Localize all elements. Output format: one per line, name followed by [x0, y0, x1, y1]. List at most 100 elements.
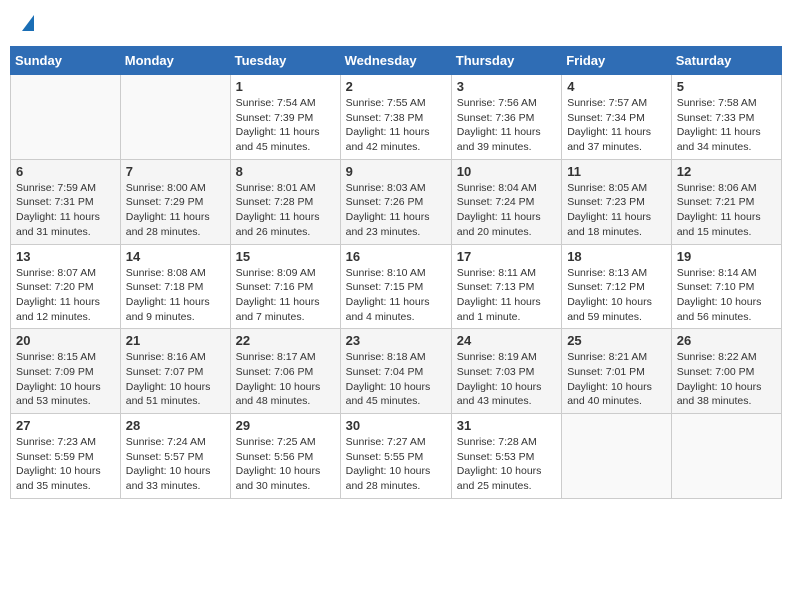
day-number: 28: [126, 418, 225, 433]
weekday-header: Thursday: [451, 47, 561, 75]
calendar-day-cell: 30 Sunrise: 7:27 AM Sunset: 5:55 PM Dayli…: [340, 414, 451, 499]
day-info: Sunrise: 7:25 AM Sunset: 5:56 PM Dayligh…: [236, 435, 335, 494]
day-info: Sunrise: 8:00 AM Sunset: 7:29 PM Dayligh…: [126, 181, 225, 240]
calendar-day-cell: 12Sunrise: 8:06 AM Sunset: 7:21 PM Dayli…: [671, 159, 781, 244]
calendar-week-row: 27 Sunrise: 7:23 AM Sunset: 5:59 PM Dayli…: [11, 414, 782, 499]
calendar-day-cell: 18Sunrise: 8:13 AM Sunset: 7:12 PM Dayli…: [562, 244, 672, 329]
calendar-day-cell: 7Sunrise: 8:00 AM Sunset: 7:29 PM Daylig…: [120, 159, 230, 244]
page-header: [10, 10, 782, 36]
calendar-week-row: 20 Sunrise: 8:15 AM Sunset: 7:09 PM Dayli…: [11, 329, 782, 414]
day-info: Sunrise: 8:08 AM Sunset: 7:18 PM Dayligh…: [126, 266, 225, 325]
calendar-day-cell: 19 Sunrise: 8:14 AM Sunset: 7:10 PM Dayli…: [671, 244, 781, 329]
weekday-header: Friday: [562, 47, 672, 75]
weekday-header: Sunday: [11, 47, 121, 75]
day-number: 19: [677, 249, 776, 264]
logo-triangle-icon: [22, 15, 34, 31]
day-info: Sunrise: 8:01 AM Sunset: 7:28 PM Dayligh…: [236, 181, 335, 240]
day-info: Sunrise: 8:07 AM Sunset: 7:20 PM Dayligh…: [16, 266, 115, 325]
day-number: 13: [16, 249, 115, 264]
calendar-day-cell: 2 Sunrise: 7:55 AM Sunset: 7:38 PM Daylig…: [340, 75, 451, 160]
calendar-day-cell: 26 Sunrise: 8:22 AM Sunset: 7:00 PM Dayli…: [671, 329, 781, 414]
day-number: 23: [346, 333, 446, 348]
day-info: Sunrise: 8:11 AM Sunset: 7:13 PM Dayligh…: [457, 266, 556, 325]
calendar-day-cell: 22Sunrise: 8:17 AM Sunset: 7:06 PM Dayli…: [230, 329, 340, 414]
day-number: 8: [236, 164, 335, 179]
day-number: 17: [457, 249, 556, 264]
day-number: 15: [236, 249, 335, 264]
day-number: 26: [677, 333, 776, 348]
calendar-week-row: 6 Sunrise: 7:59 AM Sunset: 7:31 PM Daylig…: [11, 159, 782, 244]
day-info: Sunrise: 7:58 AM Sunset: 7:33 PM Dayligh…: [677, 96, 776, 155]
day-info: Sunrise: 7:59 AM Sunset: 7:31 PM Dayligh…: [16, 181, 115, 240]
calendar-day-cell: 10 Sunrise: 8:04 AM Sunset: 7:24 PM Dayli…: [451, 159, 561, 244]
day-info: Sunrise: 7:56 AM Sunset: 7:36 PM Dayligh…: [457, 96, 556, 155]
day-info: Sunrise: 7:55 AM Sunset: 7:38 PM Dayligh…: [346, 96, 446, 155]
day-info: Sunrise: 8:21 AM Sunset: 7:01 PM Dayligh…: [567, 350, 666, 409]
day-number: 20: [16, 333, 115, 348]
day-info: Sunrise: 8:10 AM Sunset: 7:15 PM Dayligh…: [346, 266, 446, 325]
day-info: Sunrise: 8:06 AM Sunset: 7:21 PM Dayligh…: [677, 181, 776, 240]
calendar-day-cell: 27 Sunrise: 7:23 AM Sunset: 5:59 PM Dayli…: [11, 414, 121, 499]
calendar-day-cell: 17 Sunrise: 8:11 AM Sunset: 7:13 PM Dayli…: [451, 244, 561, 329]
day-info: Sunrise: 7:23 AM Sunset: 5:59 PM Dayligh…: [16, 435, 115, 494]
logo: [20, 15, 34, 31]
empty-cell: [562, 414, 672, 499]
day-info: Sunrise: 8:22 AM Sunset: 7:00 PM Dayligh…: [677, 350, 776, 409]
calendar-day-cell: 23 Sunrise: 8:18 AM Sunset: 7:04 PM Dayli…: [340, 329, 451, 414]
calendar-day-cell: 24 Sunrise: 8:19 AM Sunset: 7:03 PM Dayli…: [451, 329, 561, 414]
day-number: 3: [457, 79, 556, 94]
calendar-day-cell: 16 Sunrise: 8:10 AM Sunset: 7:15 PM Dayli…: [340, 244, 451, 329]
day-info: Sunrise: 7:57 AM Sunset: 7:34 PM Dayligh…: [567, 96, 666, 155]
calendar-day-cell: 29 Sunrise: 7:25 AM Sunset: 5:56 PM Dayli…: [230, 414, 340, 499]
day-number: 2: [346, 79, 446, 94]
calendar-day-cell: 15 Sunrise: 8:09 AM Sunset: 7:16 PM Dayli…: [230, 244, 340, 329]
day-info: Sunrise: 8:09 AM Sunset: 7:16 PM Dayligh…: [236, 266, 335, 325]
day-number: 22: [236, 333, 335, 348]
weekday-header: Saturday: [671, 47, 781, 75]
day-number: 21: [126, 333, 225, 348]
day-number: 25: [567, 333, 666, 348]
day-number: 18: [567, 249, 666, 264]
day-info: Sunrise: 7:27 AM Sunset: 5:55 PM Dayligh…: [346, 435, 446, 494]
day-info: Sunrise: 8:14 AM Sunset: 7:10 PM Dayligh…: [677, 266, 776, 325]
calendar-day-cell: 11 Sunrise: 8:05 AM Sunset: 7:23 PM Dayli…: [562, 159, 672, 244]
day-info: Sunrise: 8:05 AM Sunset: 7:23 PM Dayligh…: [567, 181, 666, 240]
calendar-day-cell: 8 Sunrise: 8:01 AM Sunset: 7:28 PM Daylig…: [230, 159, 340, 244]
day-info: Sunrise: 7:24 AM Sunset: 5:57 PM Dayligh…: [126, 435, 225, 494]
calendar-day-cell: 9 Sunrise: 8:03 AM Sunset: 7:26 PM Daylig…: [340, 159, 451, 244]
day-number: 4: [567, 79, 666, 94]
day-info: Sunrise: 8:18 AM Sunset: 7:04 PM Dayligh…: [346, 350, 446, 409]
day-number: 27: [16, 418, 115, 433]
day-number: 11: [567, 164, 666, 179]
calendar-day-cell: 3 Sunrise: 7:56 AM Sunset: 7:36 PM Daylig…: [451, 75, 561, 160]
calendar-day-cell: 14 Sunrise: 8:08 AM Sunset: 7:18 PM Dayli…: [120, 244, 230, 329]
day-info: Sunrise: 8:04 AM Sunset: 7:24 PM Dayligh…: [457, 181, 556, 240]
day-number: 10: [457, 164, 556, 179]
day-number: 14: [126, 249, 225, 264]
day-number: 1: [236, 79, 335, 94]
calendar-day-cell: 28 Sunrise: 7:24 AM Sunset: 5:57 PM Dayli…: [120, 414, 230, 499]
day-info: Sunrise: 8:03 AM Sunset: 7:26 PM Dayligh…: [346, 181, 446, 240]
day-info: Sunrise: 8:16 AM Sunset: 7:07 PM Dayligh…: [126, 350, 225, 409]
day-number: 6: [16, 164, 115, 179]
empty-cell: [671, 414, 781, 499]
calendar-day-cell: 13 Sunrise: 8:07 AM Sunset: 7:20 PM Dayli…: [11, 244, 121, 329]
calendar-header-row: SundayMondayTuesdayWednesdayThursdayFrid…: [11, 47, 782, 75]
weekday-header: Wednesday: [340, 47, 451, 75]
calendar-day-cell: 21 Sunrise: 8:16 AM Sunset: 7:07 PM Dayli…: [120, 329, 230, 414]
day-number: 29: [236, 418, 335, 433]
day-number: 24: [457, 333, 556, 348]
calendar-week-row: 1 Sunrise: 7:54 AM Sunset: 7:39 PM Daylig…: [11, 75, 782, 160]
day-number: 16: [346, 249, 446, 264]
calendar-day-cell: 4 Sunrise: 7:57 AM Sunset: 7:34 PM Daylig…: [562, 75, 672, 160]
day-number: 30: [346, 418, 446, 433]
calendar-day-cell: 6 Sunrise: 7:59 AM Sunset: 7:31 PM Daylig…: [11, 159, 121, 244]
day-info: Sunrise: 8:15 AM Sunset: 7:09 PM Dayligh…: [16, 350, 115, 409]
day-number: 5: [677, 79, 776, 94]
day-info: Sunrise: 8:19 AM Sunset: 7:03 PM Dayligh…: [457, 350, 556, 409]
day-number: 9: [346, 164, 446, 179]
day-info: Sunrise: 7:54 AM Sunset: 7:39 PM Dayligh…: [236, 96, 335, 155]
weekday-header: Monday: [120, 47, 230, 75]
day-number: 31: [457, 418, 556, 433]
calendar-day-cell: 25 Sunrise: 8:21 AM Sunset: 7:01 PM Dayli…: [562, 329, 672, 414]
